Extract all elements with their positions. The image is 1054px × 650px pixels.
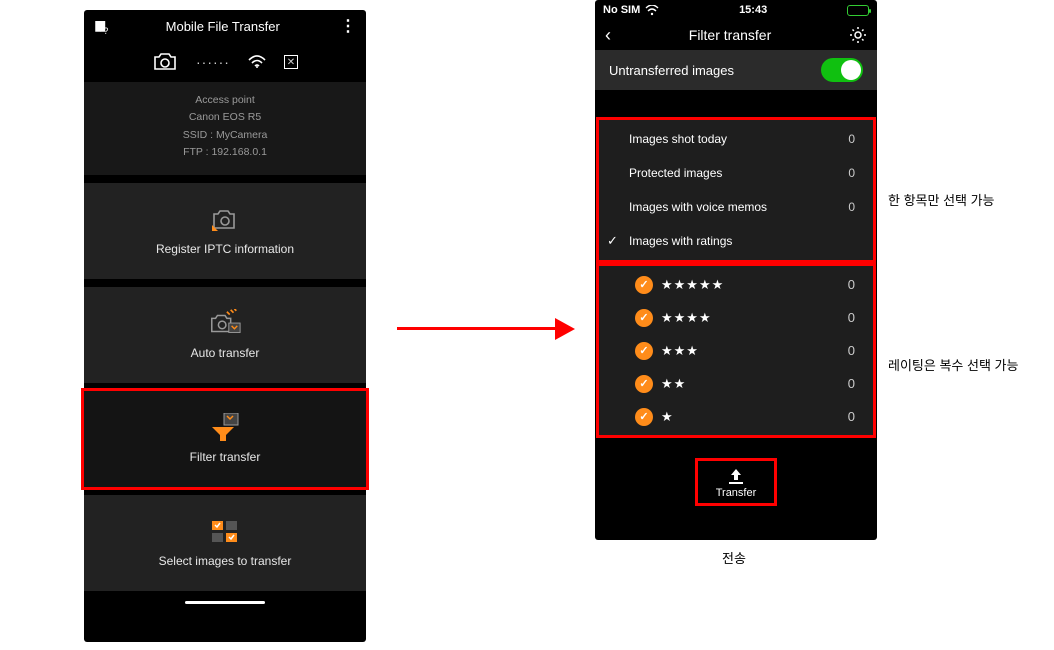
untransferred-label: Untransferred images — [609, 63, 734, 78]
connection-dots: ······ — [196, 54, 230, 70]
camera-icon — [152, 52, 178, 72]
rating-1-count: 0 — [848, 409, 855, 424]
nav-bar: ‹ Filter transfer — [595, 20, 877, 50]
access-point-label: Access point — [84, 92, 366, 109]
wifi-status-icon — [645, 5, 659, 16]
filter-ratings[interactable]: ✓ Images with ratings — [599, 224, 873, 258]
camera-model: Canon EOS R5 — [84, 109, 366, 126]
filter-today[interactable]: Images shot today 0 — [599, 122, 873, 156]
rating-group: ✓ ★★★★★ 0 ✓ ★★★★ 0 ✓ ★★★ 0 ✓ ★★ 0 ✓ ★ 0 — [599, 266, 873, 435]
annotation-send: 전송 — [722, 548, 746, 567]
ssid: SSID : MyCamera — [84, 127, 366, 144]
rating-5[interactable]: ✓ ★★★★★ 0 — [599, 268, 873, 301]
rating-2-count: 0 — [848, 376, 855, 391]
connection-info: Access point Canon EOS R5 SSID : MyCamer… — [84, 82, 366, 175]
filter-voice[interactable]: Images with voice memos 0 — [599, 190, 873, 224]
upload-icon — [726, 467, 746, 485]
rating-3-count: 0 — [848, 343, 855, 358]
untransferred-toggle[interactable] — [821, 58, 863, 82]
app-title: Mobile File Transfer — [105, 19, 340, 34]
phone-x-icon: ✕ — [284, 55, 298, 69]
checked-icon: ✓ — [635, 342, 653, 360]
battery-icon — [847, 5, 869, 16]
transfer-wrap: Transfer — [595, 435, 877, 503]
filter-ratings-label: Images with ratings — [629, 234, 732, 248]
settings-gear-icon[interactable] — [849, 26, 867, 44]
sim-status: No SIM — [603, 4, 640, 16]
annotation-multi-select: 레이팅은 복수 선택 가능 — [888, 355, 1018, 374]
checked-icon: ✓ — [635, 408, 653, 426]
home-indicator — [185, 601, 265, 604]
check-icon: ✓ — [607, 233, 618, 249]
select-images-icon — [208, 518, 242, 546]
arrow-right — [397, 318, 577, 340]
rating-2-stars: ★★ — [661, 376, 686, 392]
back-icon[interactable]: ‹ — [605, 25, 611, 46]
rating-4[interactable]: ✓ ★★★★ 0 — [599, 301, 873, 334]
filter-today-count: 0 — [848, 132, 855, 146]
filter-protected[interactable]: Protected images 0 — [599, 156, 873, 190]
status-time: 15:43 — [739, 4, 767, 16]
rating-5-stars: ★★★★★ — [661, 277, 724, 293]
untransferred-row: Untransferred images — [595, 50, 877, 90]
rating-5-count: 0 — [848, 277, 855, 292]
rating-3[interactable]: ✓ ★★★ 0 — [599, 334, 873, 367]
transfer-button[interactable]: Transfer — [698, 461, 775, 503]
menu-filter-label: Filter transfer — [190, 450, 261, 464]
help-book-icon[interactable]: ▮▮? — [94, 17, 105, 36]
rating-4-stars: ★★★★ — [661, 310, 712, 326]
connection-row: ······ ✕ — [84, 42, 366, 82]
menu-auto[interactable]: Auto transfer — [84, 287, 366, 383]
filter-protected-label: Protected images — [629, 166, 722, 180]
rating-4-count: 0 — [848, 310, 855, 325]
rating-3-stars: ★★★ — [661, 343, 699, 359]
rating-1-stars: ★ — [661, 409, 674, 425]
menu-select-label: Select images to transfer — [159, 554, 292, 568]
annotation-single-select: 한 항목만 선택 가능 — [888, 190, 995, 209]
rating-2[interactable]: ✓ ★★ 0 — [599, 367, 873, 400]
filter-today-label: Images shot today — [629, 132, 727, 146]
status-bar: No SIM 15:43 — [595, 0, 877, 20]
menu-kebab-icon[interactable]: ⋮ — [340, 16, 356, 36]
page-title: Filter transfer — [689, 27, 771, 43]
filter-voice-label: Images with voice memos — [629, 200, 767, 214]
checked-icon: ✓ — [635, 276, 653, 294]
filter-transfer-icon — [208, 414, 242, 442]
menu-iptc-label: Register IPTC information — [156, 242, 294, 256]
rating-1[interactable]: ✓ ★ 0 — [599, 400, 873, 433]
ftp: FTP : 192.168.0.1 — [84, 144, 366, 161]
menu-auto-label: Auto transfer — [191, 346, 260, 360]
filter-protected-count: 0 — [848, 166, 855, 180]
wifi-icon — [248, 55, 266, 69]
titlebar: ▮▮? Mobile File Transfer ⋮ — [84, 10, 366, 42]
checked-icon: ✓ — [635, 309, 653, 327]
filter-group: Images shot today 0 Protected images 0 I… — [599, 120, 873, 260]
phone-right: No SIM 15:43 ‹ Filter transfer Untransfe… — [595, 0, 877, 540]
menu-filter[interactable]: Filter transfer — [84, 391, 366, 487]
menu-select[interactable]: Select images to transfer — [84, 495, 366, 591]
phone-left: ▮▮? Mobile File Transfer ⋮ ······ ✕ Acce… — [84, 10, 366, 642]
checked-icon: ✓ — [635, 375, 653, 393]
transfer-label: Transfer — [716, 487, 757, 499]
menu-iptc[interactable]: Register IPTC information — [84, 183, 366, 279]
filter-voice-count: 0 — [848, 200, 855, 214]
auto-transfer-icon — [208, 310, 242, 338]
camera-tag-icon — [208, 206, 242, 234]
